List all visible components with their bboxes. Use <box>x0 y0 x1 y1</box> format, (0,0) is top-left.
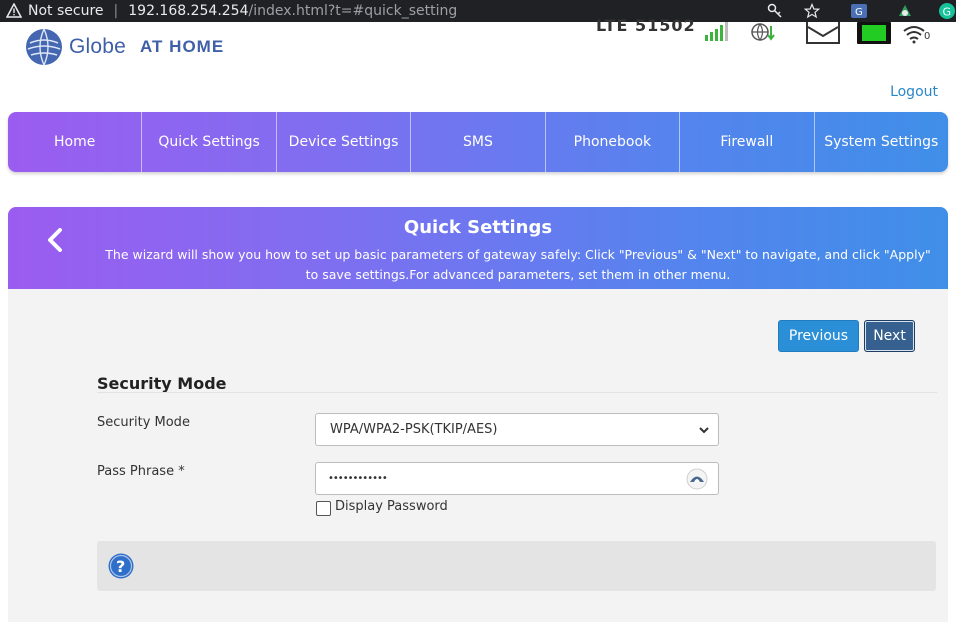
security-mode-label: Security Mode <box>97 415 190 430</box>
wifi-icon <box>903 26 925 44</box>
show-password-eye-icon[interactable] <box>686 468 708 490</box>
extension-icon[interactable]: G <box>850 2 868 20</box>
page-title: Quick Settings <box>403 217 553 238</box>
help-question-icon[interactable]: ? <box>108 553 134 579</box>
svg-text:G: G <box>943 6 952 19</box>
previous-button[interactable]: Previous <box>778 320 859 352</box>
nav-item-home[interactable]: Home <box>8 112 143 172</box>
pass-phrase-label: Pass Phrase * <box>97 464 185 479</box>
network-type: LTE 51502 <box>596 16 696 35</box>
battery-icon <box>857 22 891 44</box>
brand-name: Globe <box>69 35 127 58</box>
signal-strength-icon <box>705 22 728 41</box>
router-header: Globe AT HOME LTE 51502 0 <box>0 16 956 82</box>
next-button[interactable]: Next <box>864 320 915 352</box>
nav-item-device-settings[interactable]: Device Settings <box>277 112 412 172</box>
bookmark-star-icon[interactable] <box>803 2 821 20</box>
nav-item-system-settings[interactable]: System Settings <box>815 112 948 172</box>
grammarly-icon[interactable]: G <box>938 2 956 20</box>
security-mode-value: WPA/WPA2-PSK(TKIP/AES) <box>330 422 498 437</box>
pass-phrase-masked-value: •••••••••••• <box>328 473 388 484</box>
browser-address-bar: Not secure | 192.168.254.254/index.html?… <box>0 0 956 22</box>
display-password-label[interactable]: Display Password <box>335 499 448 514</box>
key-icon[interactable] <box>766 2 784 20</box>
logout-link[interactable]: Logout <box>890 84 938 100</box>
url-separator: | <box>113 3 119 19</box>
help-box: ? <box>97 541 936 591</box>
page-banner: Quick Settings The wizard will show you … <box>8 207 948 289</box>
globe-icon <box>26 28 62 66</box>
nav-item-quick-settings[interactable]: Quick Settings <box>142 112 277 172</box>
warning-triangle-icon[interactable] <box>6 3 22 19</box>
sms-envelope-icon[interactable] <box>806 22 840 44</box>
extension-icon-2[interactable] <box>896 2 914 20</box>
url-path[interactable]: /index.html?t=#quick_setting <box>249 3 458 19</box>
security-mode-select[interactable]: WPA/WPA2-PSK(TKIP/AES) <box>315 413 719 446</box>
section-title: Security Mode <box>97 374 227 393</box>
wizard-panel: Previous Next Security Mode Security Mod… <box>8 289 948 622</box>
svg-text:?: ? <box>116 557 125 576</box>
display-password-checkbox[interactable] <box>316 501 331 516</box>
wifi-client-count: 0 <box>924 31 931 42</box>
section-divider <box>97 392 937 393</box>
nav-item-firewall[interactable]: Firewall <box>680 112 815 172</box>
security-status[interactable]: Not secure <box>28 3 104 19</box>
chevron-down-icon <box>699 427 709 434</box>
globe-logo: Globe AT HOME <box>24 27 224 67</box>
nav-item-phonebook[interactable]: Phonebook <box>546 112 681 172</box>
nav-item-sms[interactable]: SMS <box>411 112 546 172</box>
page-description: The wizard will show you how to set up b… <box>105 247 931 282</box>
main-nav: Home Quick Settings Device Settings SMS … <box>8 112 948 172</box>
svg-text:G: G <box>855 7 863 18</box>
brand-subtitle: AT HOME <box>140 37 225 56</box>
pass-phrase-input[interactable]: •••••••••••• <box>315 462 719 495</box>
url-host[interactable]: 192.168.254.254 <box>128 3 248 19</box>
status-bar: LTE 51502 0 <box>590 16 956 46</box>
internet-connection-icon <box>751 23 775 41</box>
